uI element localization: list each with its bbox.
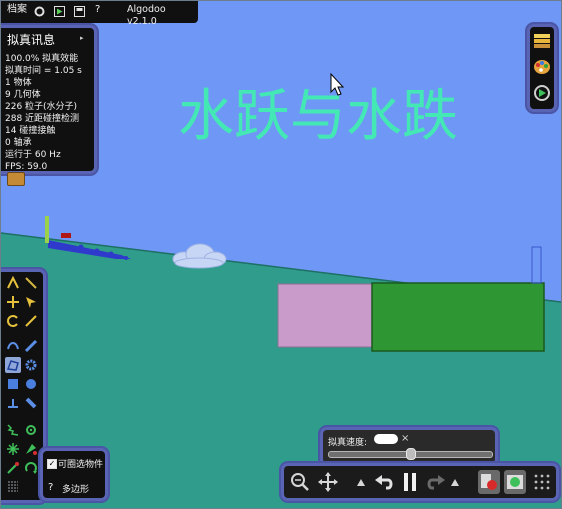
info-panel-title: 拟真讯息 — [7, 33, 56, 47]
info-panel-collapse-icon[interactable]: ▸ — [80, 34, 84, 42]
scene-title: 水跃与水跌 — [178, 84, 458, 149]
pause-icon[interactable] — [400, 471, 420, 493]
tracer-tool[interactable] — [23, 441, 39, 457]
brush-tool[interactable] — [23, 275, 39, 291]
select-objects-checkbox[interactable]: ✓ — [47, 459, 57, 469]
sim-speed-slider-thumb[interactable] — [405, 448, 416, 460]
pan-icon[interactable] — [318, 472, 338, 492]
help-icon[interactable]: ? — [95, 4, 100, 16]
info-line: 288 近距碰撞检测 — [5, 114, 80, 124]
sim-speed-label: 拟真速度: — [328, 438, 368, 448]
chain-tool[interactable] — [23, 395, 39, 411]
rope-tool[interactable] — [5, 338, 21, 354]
info-line: 100.0% 拟真效能 — [5, 54, 79, 64]
drag-tool[interactable] — [23, 294, 39, 310]
info-line: 0 轴承 — [5, 138, 32, 148]
plane-tool[interactable] — [5, 395, 21, 411]
current-tool-label: 多边形 — [62, 485, 90, 495]
undo-icon[interactable] — [374, 472, 394, 492]
sketch-tool[interactable] — [5, 275, 21, 291]
bottom-toolbar — [284, 466, 556, 498]
info-lines: 100.0% 拟真效能 拟真时间 = 1.05 s 1 物体 9 几何体 226… — [5, 53, 82, 173]
app-version-label: Algodoo v2.1.0 — [127, 4, 166, 27]
sim-speed-panel: 拟真速度: × — [323, 430, 495, 463]
palette-icon[interactable] — [533, 58, 551, 76]
simulation-info-panel[interactable]: 拟真讯息 ▸ 100.0% 拟真效能 拟真时间 = 1.05 s 1 物体 9 … — [1, 28, 94, 173]
eraser-tool[interactable] — [5, 479, 21, 495]
top-menu-bar: 档案 ? Algodoo v2.1.0 — [1, 1, 198, 27]
settings-icon[interactable] — [34, 6, 45, 17]
zoom-icon[interactable] — [290, 472, 310, 492]
speed-up-icon[interactable] — [356, 478, 366, 488]
green-box[interactable] — [371, 282, 545, 352]
tool-options-panel: ✓ 可圈选物件 ? 多边形 — [43, 451, 105, 498]
select-objects-label: 可圈选物件 — [58, 460, 104, 470]
laser-tool[interactable] — [5, 460, 21, 476]
grid-icon-camera[interactable] — [504, 470, 526, 494]
left-tool-palette — [1, 272, 43, 500]
sim-speed-close-icon[interactable]: × — [401, 433, 409, 444]
emitter-post — [45, 216, 49, 243]
sim-speed-value-field[interactable] — [374, 434, 398, 444]
box-tool[interactable] — [5, 376, 21, 392]
hinge-tool[interactable] — [5, 441, 21, 457]
tool-help-icon[interactable]: ? — [48, 482, 53, 493]
record-icon[interactable] — [478, 470, 500, 494]
emitter-red-block — [61, 233, 71, 238]
info-line: 拟真时间 = 1.05 s — [5, 66, 82, 76]
pink-box[interactable] — [277, 283, 373, 348]
algodoo-window: 水跃与水跌 档案 ? Algodoo v2.1.0 拟真讯息 ▸ 100.0% … — [0, 0, 562, 509]
options-icon[interactable] — [533, 84, 551, 102]
play-scene-icon[interactable] — [54, 6, 65, 17]
polygon-tool[interactable] — [5, 357, 21, 373]
file-menu[interactable]: 档案 — [7, 4, 27, 16]
info-line: 1 物体 — [5, 78, 32, 88]
info-line: 14 碰撞接触 — [5, 126, 56, 136]
info-line: 运行于 60 Hz — [5, 150, 61, 160]
rotate-tool[interactable] — [5, 313, 21, 329]
layers-icon[interactable] — [533, 32, 551, 50]
folder-icon[interactable] — [7, 172, 25, 186]
spring-tool[interactable] — [5, 422, 21, 438]
right-toolbar — [530, 27, 554, 109]
move-tool[interactable] — [5, 294, 21, 310]
scale-tool[interactable] — [23, 313, 39, 329]
redo-icon[interactable] — [426, 472, 446, 492]
grid-icon[interactable] — [532, 472, 552, 492]
info-line: 226 粒子(水分子) — [5, 102, 78, 112]
thruster-tool[interactable] — [23, 460, 39, 476]
save-icon[interactable] — [74, 6, 85, 17]
circle-tool[interactable] — [23, 376, 39, 392]
fixate-tool[interactable] — [23, 422, 39, 438]
gear-tool[interactable] — [23, 357, 39, 373]
info-line: 9 几何体 — [5, 90, 41, 100]
knife-tool[interactable] — [23, 338, 39, 354]
play-sim-icon[interactable] — [450, 478, 460, 488]
